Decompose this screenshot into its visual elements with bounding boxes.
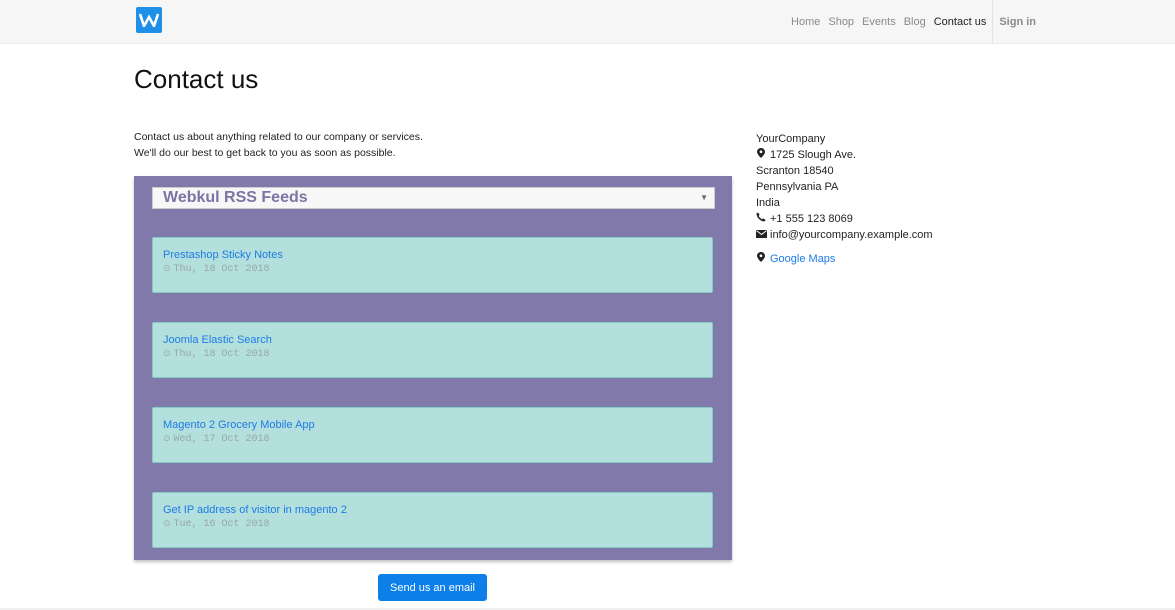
page-title: Contact us: [134, 64, 259, 94]
rss-item: Joomla Elastic Search ⊙ Thu, 18 Oct 2018: [152, 322, 713, 378]
main-nav: Home Shop Events Blog Contact us Sign in: [783, 0, 1036, 43]
nav-contact-us[interactable]: Contact us: [934, 16, 987, 28]
phone-row: +1 555 123 8069: [756, 211, 933, 227]
rss-item-date: ⊙ Thu, 18 Oct 2018: [163, 264, 270, 275]
clock-icon: ⊙: [163, 264, 171, 274]
rss-item-date: ⊙ Thu, 18 Oct 2018: [163, 349, 270, 360]
w-logo-icon[interactable]: [136, 7, 162, 33]
phone-icon: [756, 211, 766, 227]
address-state: Pennsylvania PA: [756, 181, 839, 193]
google-maps-row: Google Maps: [756, 251, 933, 267]
rss-item: Magento 2 Grocery Mobile App ⊙ Wed, 17 Oc…: [152, 407, 713, 463]
rss-feed-widget: Webkul RSS Feeds ▼ Prestashop Sticky Not…: [134, 176, 732, 560]
send-email-button[interactable]: Send us an email: [378, 574, 487, 601]
rss-item-title[interactable]: Joomla Elastic Search: [163, 334, 272, 346]
map-marker-icon: [756, 147, 766, 163]
address-country: India: [756, 197, 780, 209]
nav-shop[interactable]: Shop: [828, 16, 854, 28]
address-city: Scranton 18540: [756, 165, 834, 177]
intro-line-1: Contact us about anything related to our…: [134, 131, 423, 143]
rss-item-date: ⊙ Wed, 17 Oct 2018: [163, 434, 270, 445]
top-navbar: Home Shop Events Blog Contact us Sign in: [0, 0, 1175, 44]
contact-intro: Contact us about anything related to our…: [134, 129, 423, 161]
map-marker-icon: [756, 251, 766, 267]
nav-home[interactable]: Home: [791, 16, 820, 28]
company-name: YourCompany: [756, 133, 826, 145]
address-street-row: 1725 Slough Ave.: [756, 147, 933, 163]
rss-feed-select-value: Webkul RSS Feeds: [163, 189, 308, 206]
rss-item-title[interactable]: Get IP address of visitor in magento 2: [163, 504, 347, 516]
intro-line-2: We'll do our best to get back to you as …: [134, 147, 396, 159]
nav-sign-in[interactable]: Sign in: [999, 16, 1036, 28]
clock-icon: ⊙: [163, 434, 171, 444]
google-maps-link[interactable]: Google Maps: [770, 253, 835, 265]
nav-blog[interactable]: Blog: [904, 16, 926, 28]
clock-icon: ⊙: [163, 349, 171, 359]
nav-events[interactable]: Events: [862, 16, 896, 28]
envelope-icon: [756, 227, 767, 243]
nav-divider: [992, 0, 994, 43]
clock-icon: ⊙: [163, 519, 171, 529]
rss-item-title[interactable]: Prestashop Sticky Notes: [163, 249, 283, 261]
caret-down-icon: ▼: [700, 193, 708, 202]
email-row: info@yourcompany.example.com: [756, 227, 933, 243]
rss-item: Prestashop Sticky Notes ⊙ Thu, 18 Oct 201…: [152, 237, 713, 293]
rss-item: Get IP address of visitor in magento 2 ⊙…: [152, 492, 713, 548]
company-address: YourCompany 1725 Slough Ave. Scranton 18…: [756, 131, 933, 267]
rss-item-date: ⊙ Tue, 16 Oct 2018: [163, 519, 270, 530]
rss-feed-select[interactable]: Webkul RSS Feeds ▼: [152, 187, 715, 209]
rss-item-title[interactable]: Magento 2 Grocery Mobile App: [163, 419, 315, 431]
